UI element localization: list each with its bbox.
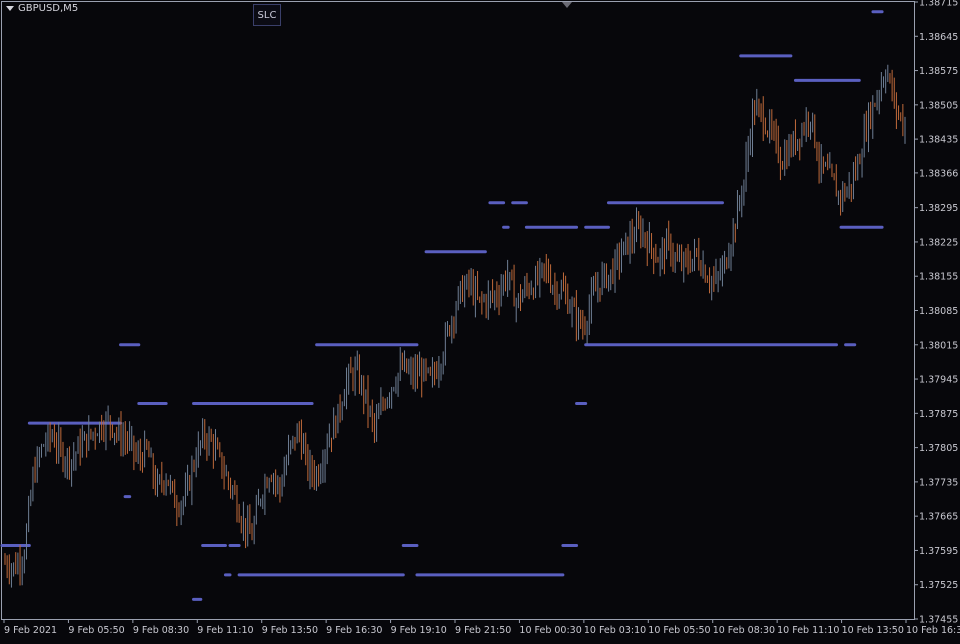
price-tick-label: 1.38575 [919, 66, 958, 77]
time-tick-label: 9 Feb 21:50 [455, 625, 511, 636]
price-tick-label: 1.37805 [919, 443, 958, 454]
time-tick-label: 9 Feb 11:10 [197, 625, 253, 636]
price-tick-label: 1.37735 [919, 477, 958, 488]
price-tick-label: 1.38435 [919, 135, 958, 146]
time-tick-label: 9 Feb 2021 [4, 625, 57, 636]
price-tick-label: 1.38505 [919, 100, 958, 111]
price-tick-label: 1.38366 [919, 168, 958, 179]
time-tick-label: 10 Feb 05:50 [648, 625, 710, 636]
symbol-text: GBPUSD,M5 [18, 3, 79, 14]
price-tick-label: 1.37875 [919, 409, 958, 420]
candles-layer [4, 64, 906, 588]
levels-layer [0, 10, 884, 601]
time-tick-label: 10 Feb 03:10 [584, 625, 646, 636]
time-tick-label: 9 Feb 08:30 [133, 625, 189, 636]
price-tick-label: 1.37455 [919, 615, 958, 626]
time-tick-label: 10 Feb 00:30 [519, 625, 581, 636]
time-tick-label: 9 Feb 19:10 [391, 625, 447, 636]
time-tick-label: 9 Feb 05:50 [68, 625, 124, 636]
scroll-marker-icon[interactable] [562, 2, 572, 8]
plot-frame [1, 1, 915, 620]
slc-button[interactable]: SLC [253, 4, 281, 26]
chart-area[interactable]: 1.38715 1.38645 1.38575 1.38505 1.38435 1.383… [0, 0, 960, 640]
price-tick-label: 1.37945 [919, 375, 958, 386]
price-tick-label: 1.38085 [919, 306, 958, 317]
time-tick-label: 9 Feb 16:30 [326, 625, 382, 636]
time-tick-label: 10 Feb 08:30 [713, 625, 775, 636]
time-tick-label: 10 Feb 16:30 [906, 625, 960, 636]
price-tick-label: 1.38155 [919, 272, 958, 283]
price-tick-label: 1.38295 [919, 203, 958, 214]
symbol-label[interactable]: GBPUSD,M5 [6, 3, 78, 14]
time-tick-label: 10 Feb 13:50 [842, 625, 904, 636]
price-tick-label: 1.37595 [919, 546, 958, 557]
price-tick-label: 1.37525 [919, 580, 958, 591]
time-tick-label: 10 Feb 11:10 [777, 625, 839, 636]
price-tick-label: 1.38225 [919, 237, 958, 248]
time-tick-label: 9 Feb 13:50 [262, 625, 318, 636]
price-tick-label: 1.37665 [919, 512, 958, 523]
time-axis[interactable]: 9 Feb 2021 9 Feb 05:50 9 Feb 08:30 9 Feb 11… [3, 619, 960, 636]
price-tick-label: 1.38645 [919, 32, 958, 43]
price-axis[interactable]: 1.38715 1.38645 1.38575 1.38505 1.38435 1.383… [914, 0, 958, 626]
dropdown-triangle-icon[interactable] [6, 6, 14, 11]
price-tick-label: 1.38015 [919, 340, 958, 351]
price-chart[interactable]: 1.38715 1.38645 1.38575 1.38505 1.38435 1.383… [0, 0, 960, 640]
price-tick-label: 1.38715 [919, 0, 958, 9]
